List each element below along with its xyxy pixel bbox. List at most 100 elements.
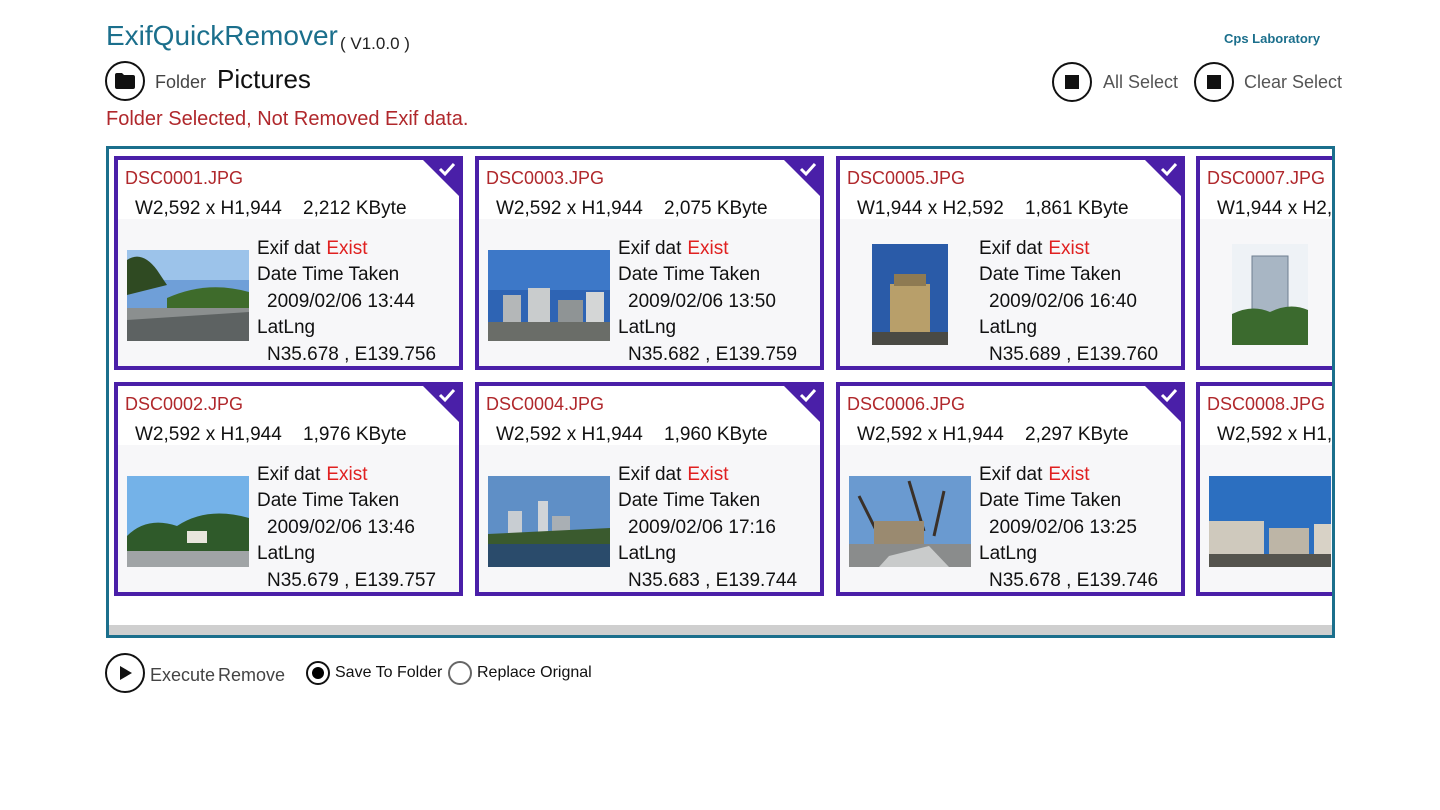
- date-value: 2009/02/06 13:44: [267, 290, 415, 312]
- exif-info: Exif dat Exist Date Time Taken 2009/02/06…: [257, 462, 437, 592]
- exif-label: Exif dat: [979, 238, 1043, 259]
- folder-icon: [115, 73, 135, 89]
- folder-button[interactable]: [105, 61, 145, 101]
- photo-filename: DSC0006.JPG: [847, 394, 966, 414]
- status-message: Folder Selected, Not Removed Exif data.: [106, 108, 469, 130]
- stop-square-icon: [1207, 75, 1221, 89]
- execute-button[interactable]: [105, 653, 145, 693]
- photo-card[interactable]: DSC0004.JPG W2,592 x H1,944 1,960 KByte …: [475, 382, 824, 596]
- photo-filename: DSC0005.JPG: [847, 168, 966, 188]
- photo-thumbnail: [127, 250, 249, 341]
- photo-dimensions: W2,592 x H1,944: [496, 424, 643, 445]
- latlng-value: N35.683 , E139.744: [628, 569, 798, 591]
- save-to-folder-label[interactable]: Save To Folder: [335, 664, 442, 682]
- photo-card[interactable]: DSC0006.JPG W2,592 x H1,944 2,297 KByte …: [836, 382, 1185, 596]
- photo-filesize: 2,297 KByte: [1025, 424, 1129, 445]
- exif-info: Exif dat Exist Date Time Taken 2009/02/06…: [257, 236, 437, 366]
- photo-thumbnail: [1232, 244, 1308, 345]
- photo-dimensions: W2,592 x H1,944: [496, 198, 643, 219]
- horizontal-scrollbar[interactable]: [109, 625, 1332, 635]
- photo-card[interactable]: DSC0001.JPG W2,592 x H1,944 2,212 KByte …: [114, 156, 463, 370]
- photo-filesize: 1,861 KByte: [1025, 198, 1129, 219]
- exif-info: Exif dat Exist Date Time Taken 2009/02/06…: [618, 236, 798, 366]
- save-to-folder-radio[interactable]: [306, 661, 330, 685]
- photo-dimensions: W2,592 x H1,944: [135, 424, 282, 445]
- vendor-link[interactable]: Cps Laboratory: [1224, 31, 1320, 46]
- date-label: Date Time Taken: [618, 264, 761, 286]
- latlng-value: N35.678 , E139.756: [267, 343, 437, 365]
- latlng-label: LatLng: [618, 317, 677, 339]
- replace-original-radio[interactable]: [448, 661, 472, 685]
- photo-card[interactable]: DSC0008.JPG W2,592 x H1,: [1196, 382, 1333, 596]
- exif-status: Exist: [1048, 238, 1090, 259]
- execute-label[interactable]: Execute: [150, 665, 215, 686]
- photo-filesize: 2,075 KByte: [664, 198, 768, 219]
- latlng-value: N35.682 , E139.759: [628, 343, 798, 365]
- exif-label: Exif dat: [257, 238, 321, 259]
- latlng-value: N35.679 , E139.757: [267, 569, 437, 591]
- exif-status: Exist: [687, 464, 729, 485]
- checkmark-icon: [423, 160, 459, 196]
- all-select-button[interactable]: [1052, 62, 1092, 102]
- clear-select-label[interactable]: Clear Select: [1244, 72, 1342, 93]
- photo-thumbnail: [1209, 476, 1331, 567]
- photo-thumbnail: [872, 244, 948, 345]
- checkmark-icon: [784, 160, 820, 196]
- photo-filename: DSC0008.JPG: [1207, 394, 1326, 414]
- photo-filename: DSC0001.JPG: [125, 168, 244, 188]
- date-value: 2009/02/06 16:40: [989, 290, 1137, 312]
- latlng-label: LatLng: [257, 543, 316, 565]
- play-icon: [120, 666, 132, 680]
- date-value: 2009/02/06 13:25: [989, 516, 1137, 538]
- photo-dimensions: W1,944 x H2,592: [857, 198, 1004, 219]
- date-label: Date Time Taken: [979, 490, 1122, 512]
- exif-info: Exif dat Exist Date Time Taken 2009/02/06…: [979, 236, 1158, 366]
- remove-label: Remove: [218, 665, 286, 685]
- exif-status: Exist: [687, 238, 729, 259]
- exif-info: Exif dat Exist Date Time Taken 2009/02/06…: [618, 462, 798, 592]
- photo-thumbnail: [127, 476, 249, 567]
- exif-label: Exif dat: [257, 464, 321, 485]
- folder-label: Folder: [155, 72, 207, 92]
- all-select-label[interactable]: All Select: [1103, 72, 1178, 93]
- date-label: Date Time Taken: [257, 490, 400, 512]
- date-value: 2009/02/06 17:16: [628, 516, 776, 538]
- clear-select-button[interactable]: [1194, 62, 1234, 102]
- photo-card[interactable]: DSC0002.JPG W2,592 x H1,944 1,976 KByte …: [114, 382, 463, 596]
- exif-label: Exif dat: [618, 238, 682, 259]
- date-label: Date Time Taken: [618, 490, 761, 512]
- app-version: ( V1.0.0 ): [340, 34, 410, 53]
- photo-filename: DSC0002.JPG: [125, 394, 244, 414]
- stop-square-icon: [1065, 75, 1079, 89]
- latlng-value: N35.678 , E139.746: [989, 569, 1159, 591]
- exif-label: Exif dat: [618, 464, 682, 485]
- date-label: Date Time Taken: [257, 264, 400, 286]
- exif-label: Exif dat: [979, 464, 1043, 485]
- photo-filesize: 1,960 KByte: [664, 424, 768, 445]
- latlng-label: LatLng: [618, 543, 677, 565]
- photo-card[interactable]: DSC0003.JPG W2,592 x H1,944 2,075 KByte …: [475, 156, 824, 370]
- folder-name: Pictures: [217, 64, 311, 94]
- photo-grid[interactable]: DSC0001.JPG W2,592 x H1,944 2,212 KByte …: [106, 146, 1335, 638]
- photo-thumbnail: [488, 250, 610, 341]
- exif-info: Exif dat Exist Date Time Taken 2009/02/06…: [979, 462, 1159, 592]
- photo-dimensions: W1,944 x H2,: [1217, 198, 1333, 219]
- photo-dimensions: W2,592 x H1,944: [857, 424, 1004, 445]
- photo-filename: DSC0003.JPG: [486, 168, 605, 188]
- exif-status: Exist: [326, 464, 368, 485]
- photo-dimensions: W2,592 x H1,: [1217, 424, 1333, 445]
- replace-original-label[interactable]: Replace Orignal: [477, 664, 592, 682]
- photo-thumbnail: [488, 476, 610, 567]
- exif-status: Exist: [1048, 464, 1090, 485]
- photo-filesize: 2,212 KByte: [303, 198, 407, 219]
- photo-card[interactable]: DSC0007.JPG W1,944 x H2,: [1196, 156, 1333, 370]
- photo-dimensions: W2,592 x H1,944: [135, 198, 282, 219]
- photo-thumbnail: [849, 476, 971, 567]
- photo-filename: DSC0004.JPG: [486, 394, 605, 414]
- photo-card[interactable]: DSC0005.JPG W1,944 x H2,592 1,861 KByte …: [836, 156, 1185, 370]
- latlng-label: LatLng: [257, 317, 316, 339]
- checkmark-icon: [784, 386, 820, 422]
- app-title: ExifQuickRemover: [106, 20, 338, 51]
- latlng-label: LatLng: [979, 317, 1038, 339]
- photo-filesize: 1,976 KByte: [303, 424, 407, 445]
